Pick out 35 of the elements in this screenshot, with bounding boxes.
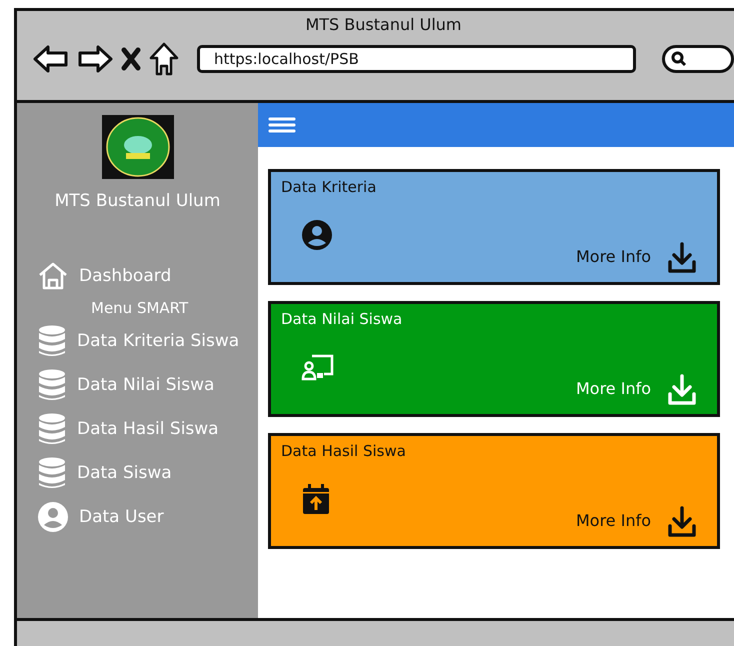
database-icon bbox=[37, 413, 67, 445]
sidebar-title: MTS Bustanul Ulum bbox=[54, 191, 220, 211]
download-icon[interactable] bbox=[667, 242, 697, 274]
sidebar-link[interactable]: Data User bbox=[79, 507, 164, 527]
calendar-icon bbox=[301, 483, 331, 515]
presentation-icon bbox=[301, 353, 335, 381]
card-title: Data Nilai Siswa bbox=[281, 310, 404, 328]
house-icon bbox=[37, 261, 69, 291]
search-icon bbox=[671, 51, 687, 67]
database-icon bbox=[37, 325, 67, 357]
close-icon[interactable] bbox=[121, 47, 141, 71]
download-icon[interactable] bbox=[667, 506, 697, 538]
address-field[interactable]: https:localhost/PSB bbox=[197, 45, 636, 73]
database-icon bbox=[37, 457, 67, 489]
logo-drawing bbox=[102, 115, 174, 179]
menu-icon[interactable] bbox=[268, 116, 296, 134]
window-title: MTS Bustanul Ulum bbox=[304, 15, 463, 34]
sidebar-link[interactable]: Data Kriteria Siswa bbox=[77, 331, 240, 351]
home-icon[interactable] bbox=[149, 42, 179, 76]
card-title: Data Kriteria bbox=[281, 178, 378, 196]
more-info-link[interactable]: More Info bbox=[576, 511, 651, 530]
more-info-link[interactable]: More Info bbox=[576, 379, 651, 398]
user-icon bbox=[37, 501, 69, 533]
card-title: Data Hasil Siswa bbox=[281, 442, 407, 460]
sidebar-link[interactable]: Dashboard bbox=[79, 266, 172, 286]
user-icon bbox=[301, 219, 333, 251]
sidebar-link[interactable]: Data Hasil Siswa bbox=[77, 419, 219, 439]
forward-icon[interactable] bbox=[77, 44, 113, 74]
sidebar-link[interactable]: Data Siswa bbox=[77, 463, 172, 483]
back-icon[interactable] bbox=[33, 44, 69, 74]
more-info-link[interactable]: More Info bbox=[576, 247, 651, 266]
menu-heading: Menu SMART bbox=[90, 299, 190, 317]
search-field[interactable] bbox=[662, 45, 734, 73]
sidebar-link[interactable]: Data Nilai Siswa bbox=[77, 375, 214, 395]
database-icon bbox=[37, 369, 67, 401]
